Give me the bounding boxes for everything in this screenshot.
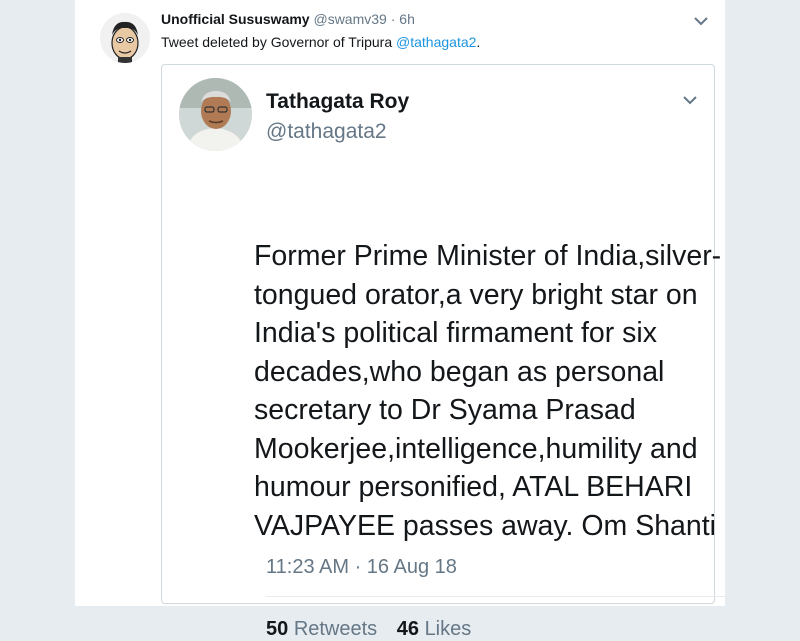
avatar[interactable]	[100, 13, 150, 63]
likes-stat[interactable]: 46 Likes	[397, 618, 472, 640]
tweet-text: Tweet deleted by Governor of Tripura @ta…	[161, 34, 480, 50]
body-line: Mookerjee,intelligence,humility and	[254, 432, 698, 465]
body-line: secretary to Dr Syama Prasad	[254, 394, 636, 426]
body-line: VAJPAYEE passes away. Om Shanti	[254, 509, 716, 542]
display-name[interactable]: Unofficial Sususwamy	[161, 11, 310, 27]
likes-label: Likes	[424, 618, 472, 640]
mention-link[interactable]: @tathagata2	[396, 34, 476, 50]
body-line: Former Prime Minister of India,silver-	[254, 240, 722, 272]
quoted-tweet-body: Former Prime Minister of India,silver- t…	[254, 237, 774, 545]
retweets-stat[interactable]: 50 Retweets	[266, 618, 377, 640]
tweet-text-prefix: Tweet deleted by Governor of Tripura	[161, 34, 397, 50]
tweet-header: Unofficial Sususwamy @swamv39 · 6h	[161, 11, 415, 27]
quoted-tweet[interactable]: Tathagata Roy @tathagata2 Former Prime M…	[161, 64, 766, 640]
retweets-label: Retweets	[293, 618, 378, 640]
tweet-text-suffix: .	[476, 34, 481, 50]
quoted-user-handle[interactable]: @tathagata2	[266, 120, 387, 144]
user-handle[interactable]: @swamv39	[313, 11, 386, 27]
retweets-count: 50	[266, 618, 289, 640]
body-line: tongued orator,a very bright star on	[254, 278, 698, 311]
tweet-card: Unofficial Sususwamy @swamv39 · 6h Tweet…	[75, 0, 766, 640]
body-line: India's political firmament for six	[254, 317, 657, 349]
body-line: decades,who began as personal	[254, 355, 665, 388]
chevron-down-icon[interactable]	[693, 14, 709, 26]
avatar[interactable]	[179, 78, 252, 151]
body-line: humour personified, ATAL BEHARI	[254, 471, 693, 503]
quoted-timestamp[interactable]: 11:23 AM · 16 Aug 18	[266, 556, 457, 579]
divider	[266, 596, 766, 597]
chevron-down-icon[interactable]	[682, 93, 698, 105]
quoted-display-name[interactable]: Tathagata Roy	[266, 90, 409, 114]
separator-dot: ·	[390, 11, 396, 27]
likes-count: 46	[396, 618, 419, 640]
tweet-time[interactable]: 6h	[399, 11, 415, 27]
tweet-stats: 50 Retweets 46 Likes	[266, 618, 485, 641]
